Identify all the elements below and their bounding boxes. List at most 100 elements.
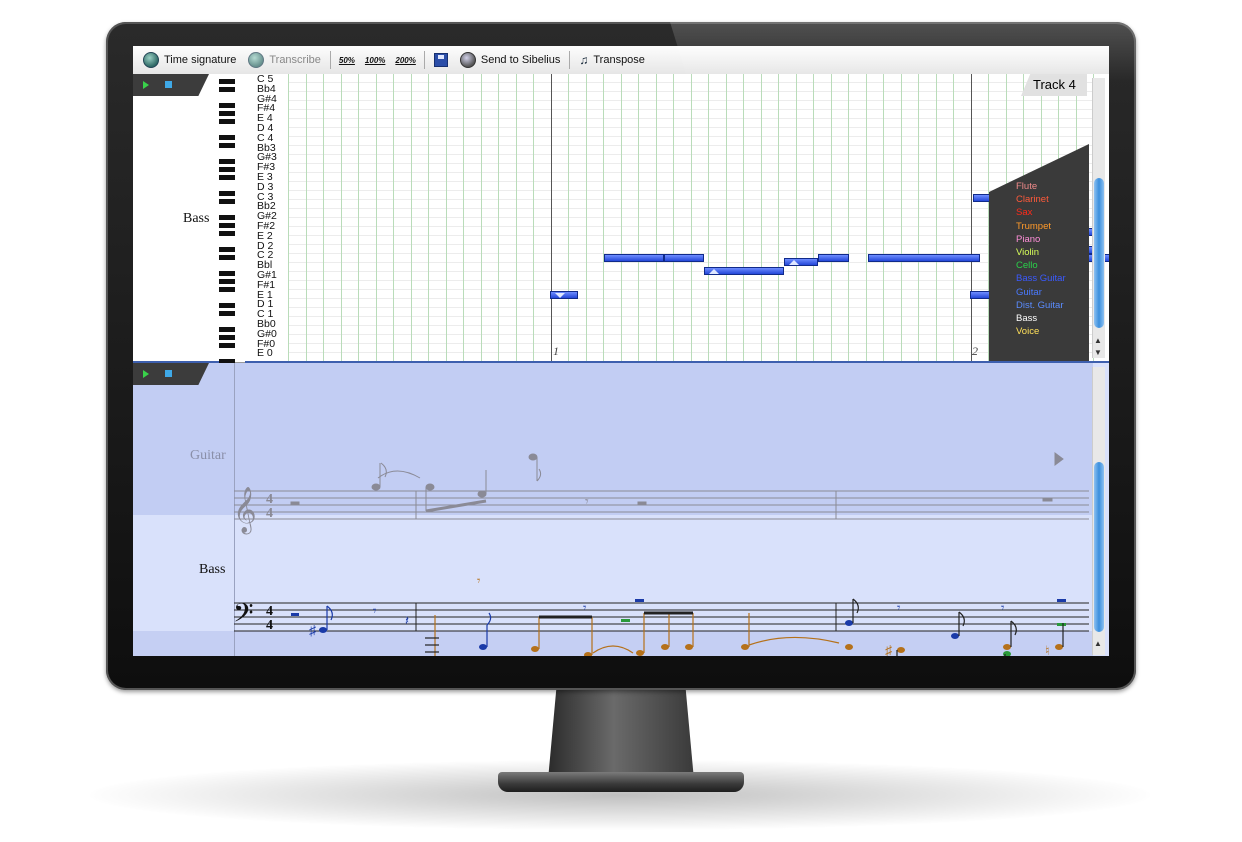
instrument-item[interactable]: Clarinet: [1016, 193, 1066, 206]
beat-line: [323, 74, 324, 361]
piano-roll-scrollbar[interactable]: ▲ ▼: [1092, 78, 1105, 358]
treble-clef-icon: 𝄞: [233, 487, 257, 535]
music-notes-icon: ♫: [579, 53, 589, 67]
beat-line: [725, 74, 727, 361]
piano-black-key[interactable]: [219, 79, 235, 84]
zoom-50-button[interactable]: 50%: [334, 56, 360, 65]
score-panel: Guitar Bass 𝄞 4 4 𝄾 𝄢 4 4 ♯ 𝄾 𝄽 𝄾 𝄾 𝄾 ♯ …: [133, 363, 1109, 656]
beat-line: [883, 74, 884, 361]
scroll-down-arrow[interactable]: ▼: [1094, 348, 1102, 357]
scrollbar-thumb[interactable]: [1094, 462, 1104, 632]
note-bar[interactable]: [818, 254, 849, 262]
svg-text:𝄾: 𝄾: [585, 493, 589, 509]
score-notation[interactable]: 𝄞 4 4 𝄾 𝄢 4 4 ♯ 𝄾 𝄽 𝄾 𝄾 𝄾 ♯ 𝄾 ♮: [133, 363, 1109, 656]
beat-line: [795, 74, 797, 361]
app-window: Time signature Transcribe 50% 100% 200% …: [133, 46, 1109, 656]
beat-line: [900, 74, 902, 361]
piano-black-key[interactable]: [219, 135, 235, 140]
svg-text:𝄾: 𝄾: [897, 600, 901, 615]
note-name-column: C 5 Bb4 G#4 F#4 E 4D 4C 4 Bb3 G#3 F#3 E 3D 3C 3B…: [257, 74, 287, 361]
bass-clef-icon: 𝄢: [233, 597, 254, 635]
track-tab-label: Track 4: [1033, 77, 1076, 92]
track-tab[interactable]: Track 4: [1021, 74, 1087, 96]
piano-black-key[interactable]: [219, 175, 235, 180]
piano-black-key[interactable]: [219, 247, 235, 252]
beat-line: [620, 74, 622, 361]
note-bar[interactable]: [604, 254, 664, 262]
piano-black-key[interactable]: [219, 199, 235, 204]
instrument-item[interactable]: Piano: [1016, 233, 1066, 246]
scrollbar-thumb[interactable]: [1094, 178, 1104, 328]
piano-black-key[interactable]: [219, 271, 235, 276]
zoom-200-button[interactable]: 200%: [390, 56, 420, 65]
transcribe-button[interactable]: Transcribe: [242, 48, 327, 72]
send-to-sibelius-button[interactable]: Send to Sibelius: [454, 48, 567, 72]
score-scrollbar[interactable]: ▲: [1092, 367, 1105, 655]
beat-line: [445, 74, 447, 361]
piano-black-key[interactable]: [219, 287, 235, 292]
zoom-100-button[interactable]: 100%: [360, 56, 390, 65]
stop-icon[interactable]: [165, 81, 172, 88]
guitar-staff: [234, 490, 1089, 520]
piano-black-key[interactable]: [219, 119, 235, 124]
time-signature-label: Time signature: [164, 54, 237, 66]
transpose-button[interactable]: ♫ Transpose: [573, 48, 651, 72]
bass-notes: ♯ 𝄾 𝄽 𝄾 𝄾 𝄾 ♯ 𝄾 ♮: [291, 573, 1066, 656]
beat-line: [935, 74, 937, 361]
piano-roll-grid[interactable]: 12: [288, 74, 1109, 361]
scroll-up-arrow[interactable]: ▲: [1094, 639, 1102, 648]
piano-black-key[interactable]: [219, 279, 235, 284]
send-to-sibelius-label: Send to Sibelius: [480, 54, 561, 66]
beat-line: [375, 74, 377, 361]
note-bar[interactable]: [664, 254, 704, 262]
piano-black-key[interactable]: [219, 255, 235, 260]
instrument-item[interactable]: Sax: [1016, 206, 1066, 219]
instrument-item[interactable]: Violin: [1016, 246, 1066, 259]
instrument-item[interactable]: Flute: [1016, 180, 1066, 193]
piano-black-key[interactable]: [219, 159, 235, 164]
note-bar[interactable]: [970, 291, 992, 299]
piano-black-key[interactable]: [219, 143, 235, 148]
piano-black-key[interactable]: [219, 103, 235, 108]
instrument-item[interactable]: Guitar: [1016, 286, 1066, 299]
piano-black-key[interactable]: [219, 191, 235, 196]
instrument-item[interactable]: Cello: [1016, 259, 1066, 272]
piano-black-key[interactable]: [219, 335, 235, 340]
piano-black-key[interactable]: [219, 311, 235, 316]
note-bar[interactable]: [868, 254, 980, 262]
instrument-item[interactable]: Bass: [1016, 312, 1066, 325]
bass-time-sig-top: 4: [266, 604, 273, 619]
save-button[interactable]: [428, 48, 454, 72]
note-bar[interactable]: [704, 267, 784, 275]
time-signature-button[interactable]: Time signature: [137, 48, 242, 72]
toolbar: Time signature Transcribe 50% 100% 200% …: [133, 46, 1109, 75]
piano-black-key[interactable]: [219, 343, 235, 348]
track-name-label: Bass: [183, 211, 210, 226]
instrument-item[interactable]: Voice: [1016, 325, 1066, 338]
piano-black-key[interactable]: [219, 303, 235, 308]
instrument-item[interactable]: Trumpet: [1016, 220, 1066, 233]
guitar-time-sig-top: 4: [266, 492, 273, 507]
note-bar[interactable]: [784, 258, 818, 266]
note-bar[interactable]: [550, 291, 578, 299]
beat-line: [865, 74, 867, 361]
scroll-up-arrow[interactable]: ▲: [1094, 336, 1102, 345]
piano-black-key[interactable]: [219, 215, 235, 220]
beat-line: [463, 74, 464, 361]
beat-line: [918, 74, 919, 361]
piano-black-key[interactable]: [219, 231, 235, 236]
beat-line: [690, 74, 692, 361]
play-icon[interactable]: [143, 81, 149, 89]
svg-text:𝄾: 𝄾: [583, 600, 587, 615]
piano-black-key[interactable]: [219, 223, 235, 228]
piano-black-key[interactable]: [219, 111, 235, 116]
piano-black-key[interactable]: [219, 87, 235, 92]
beat-line: [498, 74, 499, 361]
instrument-item[interactable]: Dist. Guitar: [1016, 299, 1066, 312]
piano-black-key[interactable]: [219, 167, 235, 172]
piano-black-key[interactable]: [219, 327, 235, 332]
instrument-item[interactable]: Bass Guitar: [1016, 272, 1066, 285]
piano-keyboard[interactable]: [219, 74, 245, 364]
beat-line: [743, 74, 744, 361]
piano-roll-panel: Bass C 5 Bb4 G#4 F#4 E 4D 4C 4 Bb3 G#3 F#3 E 3D …: [133, 74, 1109, 364]
